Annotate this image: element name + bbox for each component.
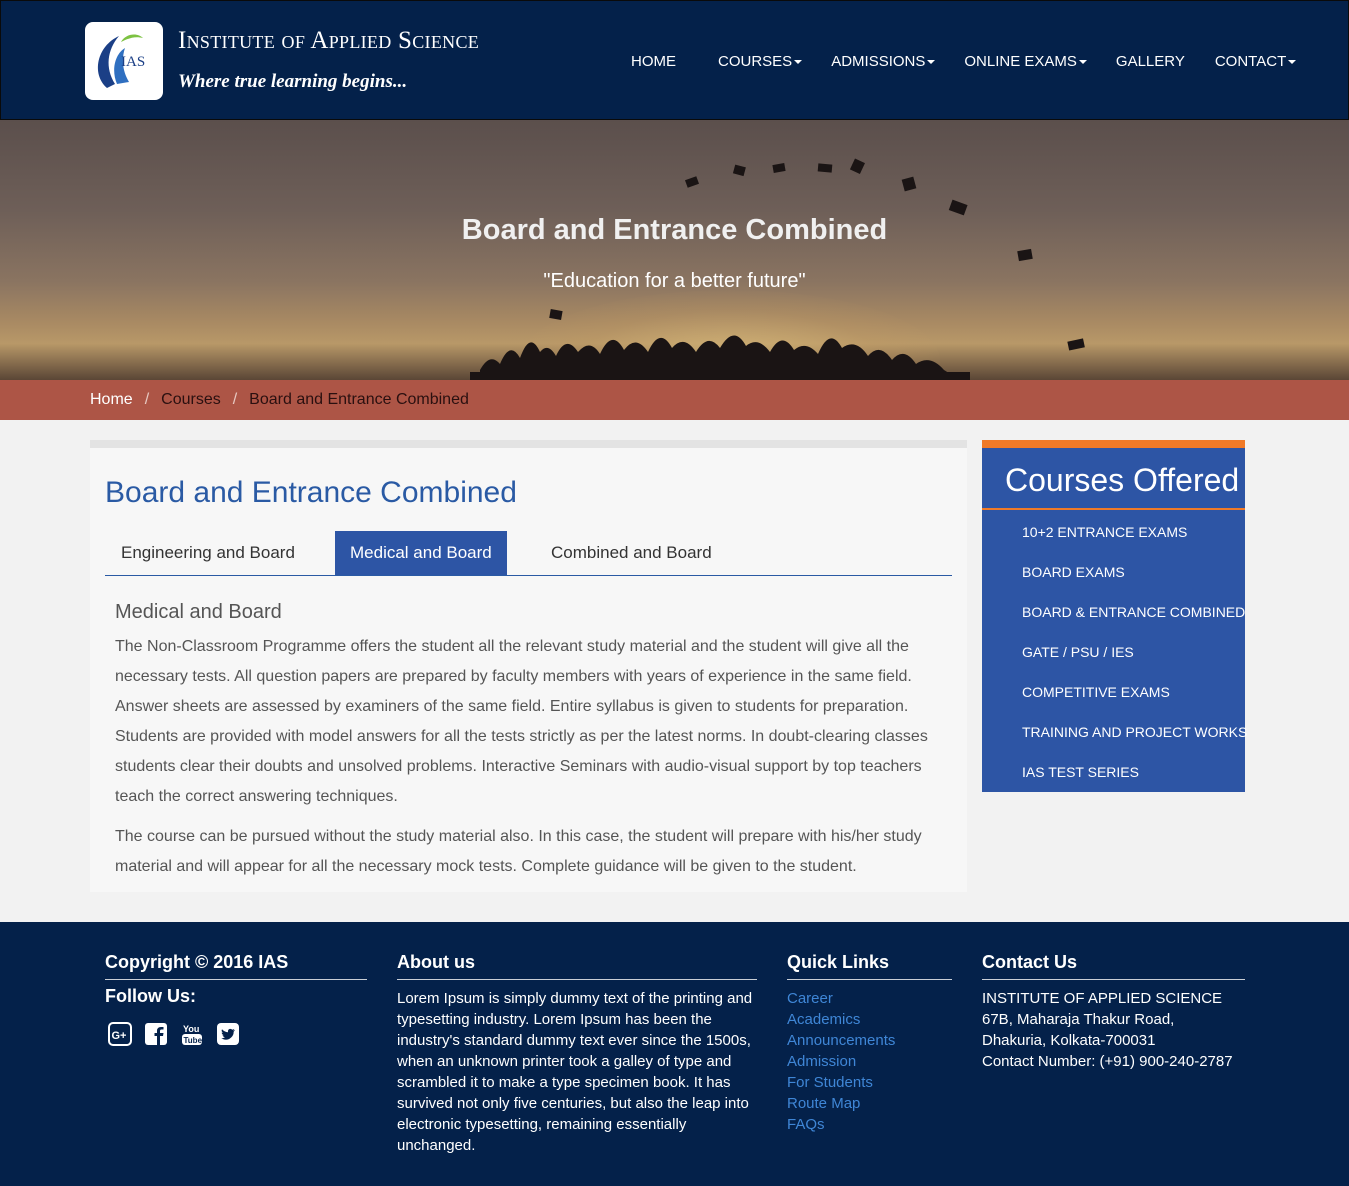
social-links: G+ You Tube (108, 1022, 240, 1046)
footer-link-admission[interactable]: Admission (787, 1051, 895, 1072)
svg-text:G+: G+ (112, 1030, 127, 1042)
footer-link-career[interactable]: Career (787, 988, 895, 1009)
svg-text:You: You (183, 1024, 199, 1034)
footer-contact-line: 67B, Maharaja Thakur Road, (982, 1011, 1175, 1028)
hero-subtitle: "Education for a better future" (543, 270, 806, 292)
twitter-icon[interactable] (216, 1022, 240, 1046)
brand-tagline: Where true learning begins... (178, 71, 408, 92)
footer-follow-us: Follow Us: (105, 986, 196, 1006)
footer-about-text: Lorem Ipsum is simply dummy text of the … (397, 990, 753, 1154)
nav-gallery[interactable]: GALLERY (1116, 53, 1185, 70)
chevron-down-icon (1078, 60, 1087, 65)
courses-offered-sidebar: Courses Offered 10+2 ENTRANCE EXAMS BOAR… (982, 440, 1247, 792)
sidebar-item-board-entrance-combined[interactable]: BOARD & ENTRANCE COMBINED (1022, 604, 1245, 620)
tab-medical-and-board[interactable]: Medical and Board (335, 531, 507, 575)
sidebar-item-competitive-exams[interactable]: COMPETITIVE EXAMS (1022, 684, 1170, 700)
sidebar-item-entrance-exams[interactable]: 10+2 ENTRANCE EXAMS (1022, 524, 1187, 540)
footer-contact-line: Dhakuria, Kolkata-700031 (982, 1032, 1156, 1049)
svg-text:IAS: IAS (121, 54, 145, 70)
hero-title: Board and Entrance Combined (461, 214, 888, 246)
footer-quick-links-heading: Quick Links (787, 952, 952, 980)
footer-contact-phone: Contact Number: (+91) 900-240-2787 (982, 1053, 1233, 1070)
tab-combined-and-board[interactable]: Combined and Board (551, 531, 712, 575)
footer-link-route-map[interactable]: Route Map (787, 1093, 895, 1114)
course-tabs: Engineering and Board Medical and Board … (105, 531, 952, 576)
chevron-down-icon (794, 60, 803, 65)
nav-contact-label: CONTACT (1214, 53, 1287, 70)
section-heading: Medical and Board (115, 601, 282, 623)
brand-title[interactable]: Institute of Applied Science (178, 27, 479, 55)
footer: Copyright © 2016 IAS Follow Us: G+ You T… (0, 922, 1349, 1186)
breadcrumb-current: Board and Entrance Combined (249, 391, 469, 408)
footer-link-academics[interactable]: Academics (787, 1009, 895, 1030)
tab-engineering-and-board[interactable]: Engineering and Board (121, 531, 295, 575)
footer-link-for-students[interactable]: For Students (787, 1072, 895, 1093)
footer-copyright: Copyright © 2016 IAS (105, 952, 367, 980)
footer-contact-heading: Contact Us (982, 952, 1245, 980)
nav-contact[interactable]: CONTACT (1214, 53, 1297, 70)
breadcrumb-home[interactable]: Home (90, 391, 133, 409)
logo[interactable]: IAS (85, 22, 163, 100)
graduation-caps-illustration (470, 158, 1085, 380)
footer-about-heading: About us (397, 952, 757, 980)
course-content-panel: Board and Entrance Combined Engineering … (90, 440, 967, 892)
nav-online-exams-label: ONLINE EXAMS (964, 53, 1077, 70)
sidebar-item-training-projects[interactable]: TRAINING AND PROJECT WORKS (1022, 724, 1247, 740)
sidebar-divider (982, 508, 1245, 510)
breadcrumb: Home / Courses / Board and Entrance Comb… (0, 380, 1349, 420)
breadcrumb-separator: / (144, 391, 150, 408)
footer-link-faqs[interactable]: FAQs (787, 1114, 895, 1135)
breadcrumb-separator: / (232, 391, 238, 408)
course-paragraph: The Non-Classroom Programme offers the s… (115, 638, 928, 805)
footer-link-announcements[interactable]: Announcements (787, 1030, 895, 1051)
nav-courses-label: COURSES (718, 53, 793, 70)
nav-home-label: HOME (631, 53, 676, 70)
svg-text:Tube: Tube (184, 1036, 203, 1045)
footer-quick-links: Career Academics Announcements Admission… (787, 988, 895, 1135)
google-plus-icon[interactable]: G+ (108, 1022, 132, 1046)
facebook-icon[interactable] (144, 1022, 168, 1046)
nav-admissions[interactable]: ADMISSIONS (831, 53, 936, 70)
hero-banner: Board and Entrance Combined "Education f… (0, 120, 1349, 380)
logo-swoosh-icon: IAS (97, 34, 145, 88)
chevron-down-icon (1288, 60, 1297, 65)
nav-online-exams[interactable]: ONLINE EXAMS (964, 53, 1087, 70)
footer-contact-block: INSTITUTE OF APPLIED SCIENCE 67B, Mahara… (982, 988, 1282, 1072)
nav-courses[interactable]: COURSES (718, 53, 803, 70)
sidebar-item-board-exams[interactable]: BOARD EXAMS (1022, 564, 1125, 580)
nav-admissions-label: ADMISSIONS (831, 53, 926, 70)
top-navbar: IAS Institute of Applied Science Where t… (0, 0, 1349, 120)
sidebar-title: Courses Offered (1005, 462, 1240, 498)
youtube-icon[interactable]: You Tube (180, 1022, 204, 1046)
sidebar-item-gate-psu-ies[interactable]: GATE / PSU / IES (1022, 644, 1134, 660)
footer-contact-line: INSTITUTE OF APPLIED SCIENCE (982, 990, 1223, 1007)
nav-gallery-label: GALLERY (1115, 53, 1185, 70)
page-title: Board and Entrance Combined (105, 476, 517, 509)
course-paragraph: The course can be pursued without the st… (115, 828, 922, 875)
breadcrumb-courses[interactable]: Courses (161, 391, 221, 409)
chevron-down-icon (927, 60, 936, 65)
main-nav: HOME COURSES ADMISSIONS ONLINE EXAMS GAL… (631, 53, 1297, 70)
sidebar-item-ias-test-series[interactable]: IAS TEST SERIES (1022, 764, 1139, 780)
nav-home[interactable]: HOME (631, 53, 676, 70)
